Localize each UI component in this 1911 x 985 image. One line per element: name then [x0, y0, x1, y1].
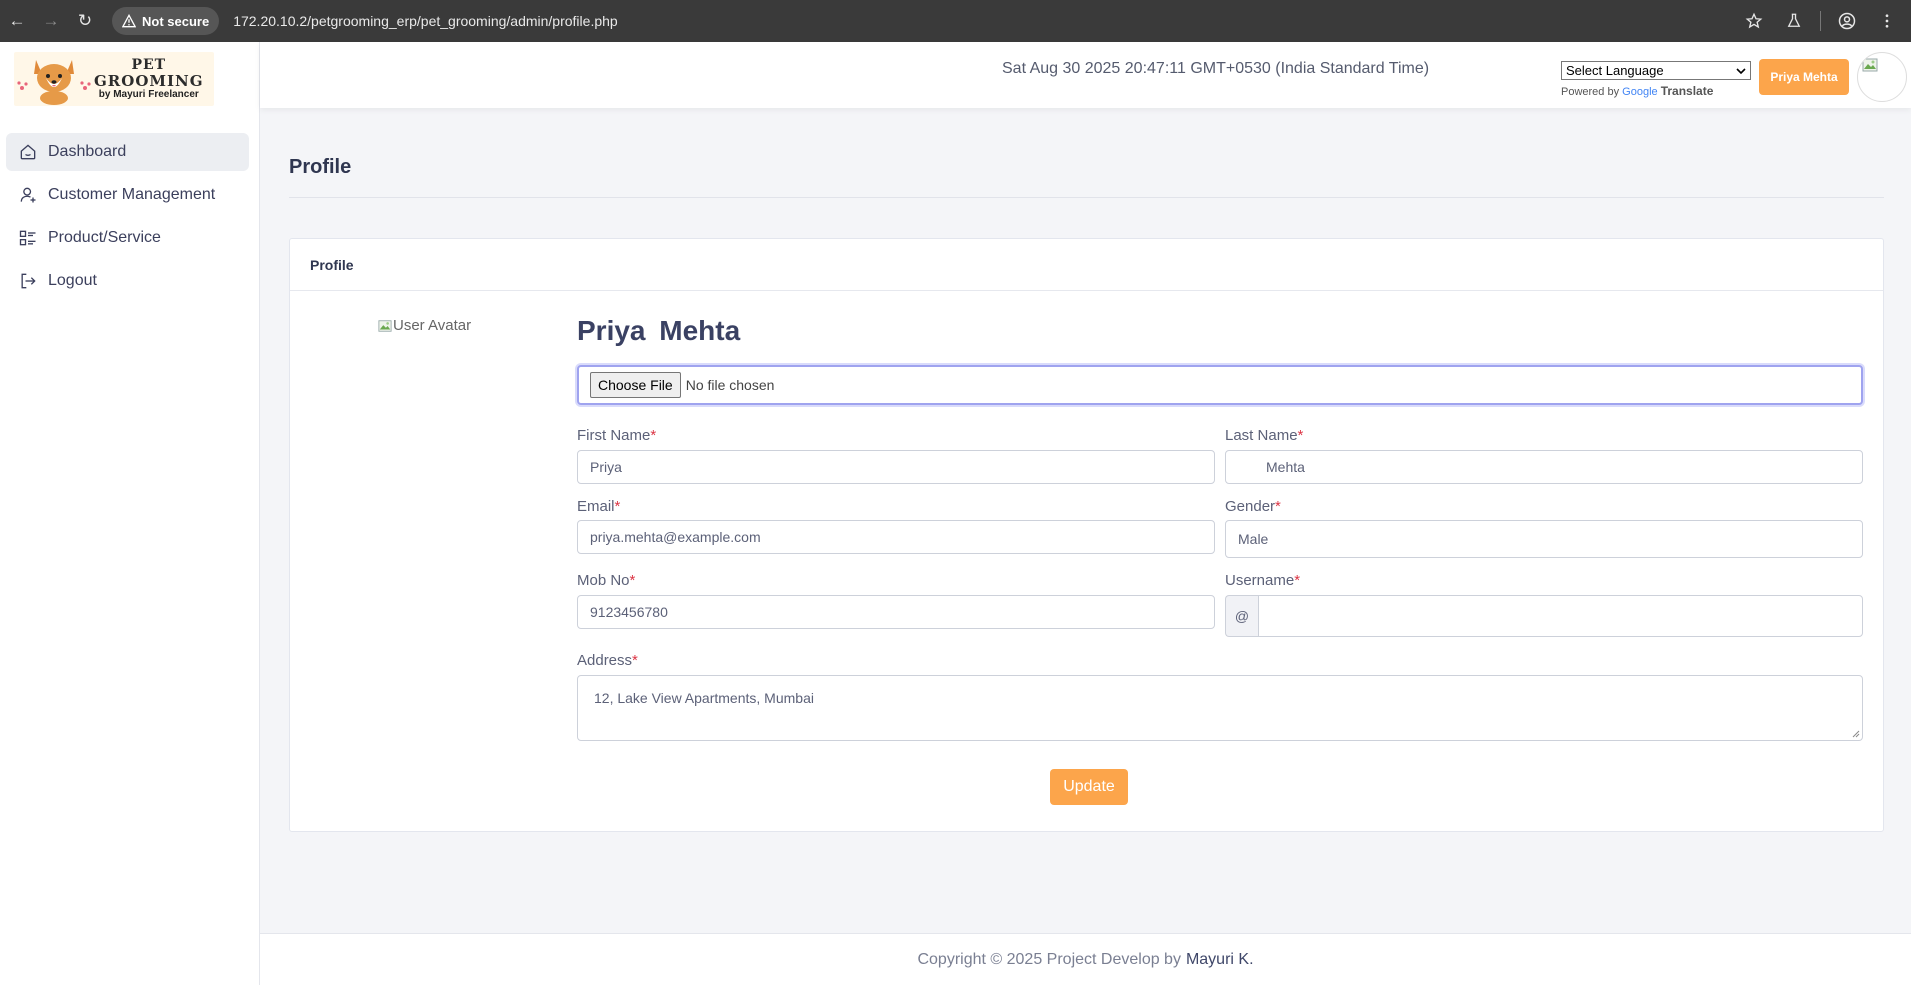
labs-flask-icon[interactable]	[1776, 3, 1812, 39]
language-select[interactable]: Select Language	[1561, 61, 1751, 80]
file-status: No file chosen	[685, 377, 775, 393]
required-mark: *	[632, 652, 638, 669]
sidebar-item-label: Product/Service	[48, 229, 161, 246]
datetime-clock: Sat Aug 30 2025 20:47:11 GMT+0530 (India…	[1002, 60, 1430, 77]
resize-grip-icon[interactable]	[1852, 730, 1860, 738]
gender-label: Gender*	[1225, 498, 1281, 515]
author-link[interactable]: Mayuri K.	[1186, 951, 1254, 969]
required-mark: *	[1294, 572, 1301, 589]
sidebar-item-dashboard[interactable]: Dashboard	[6, 133, 249, 171]
last-name-label-text: Last Name	[1225, 427, 1298, 444]
sidebar-menu: Dashboard Customer Management Product/Se…	[6, 133, 249, 305]
brand-line-1: PET	[131, 56, 167, 73]
broken-image-icon	[1862, 58, 1878, 72]
username-input-group: @	[1225, 595, 1863, 637]
brand-text: PET GROOMING by Mayuri Freelancer	[94, 56, 204, 101]
card-header: Profile	[290, 239, 1883, 291]
profile-first-name: Priya	[577, 315, 646, 346]
gender-label-text: Gender	[1225, 498, 1276, 515]
brand-line-3: by Mayuri Freelancer	[98, 89, 199, 101]
list-icon	[19, 230, 36, 246]
required-mark: *	[1275, 498, 1281, 515]
profile-card: Profile User Avatar Priya Mehta Choose F…	[289, 238, 1884, 832]
mobile-label: Mob No*	[577, 572, 635, 589]
required-mark: *	[614, 498, 621, 515]
username-input[interactable]	[1258, 595, 1863, 637]
avatar-alt-text: User Avatar	[393, 317, 472, 334]
username-at-prefix: @	[1225, 595, 1258, 637]
profile-icon[interactable]	[1829, 3, 1865, 39]
address-value: 12, Lake View Apartments, Mumbai	[594, 690, 814, 706]
home-icon	[20, 144, 36, 160]
first-name-input[interactable]: Priya	[577, 450, 1215, 484]
last-name-input[interactable]: Mehta	[1225, 450, 1863, 484]
sidebar-item-logout[interactable]: Logout	[6, 262, 249, 300]
footer: Copyright © 2025 Project Develop by Mayu…	[260, 933, 1911, 985]
chevron-down-icon	[1736, 67, 1746, 74]
copyright-text: Copyright © 2025 Project Develop by	[917, 950, 1181, 968]
url-text[interactable]: 172.20.10.2/petgrooming_erp/pet_grooming…	[233, 13, 618, 29]
powered-by-google: Powered by Google Translate	[1561, 84, 1751, 98]
security-label: Not secure	[142, 13, 210, 29]
required-mark: *	[629, 572, 636, 589]
language-select-value: Select Language	[1566, 63, 1664, 78]
brand-line-2: GROOMING	[94, 71, 204, 90]
bookmark-star-icon[interactable]	[1736, 3, 1772, 39]
username-label: Username*	[1225, 572, 1300, 589]
last-name-label: Last Name*	[1225, 427, 1303, 444]
choose-file-button[interactable]: Choose File	[590, 372, 681, 398]
first-name-label: First Name*	[577, 427, 656, 444]
google-translate-widget: Select Language Powered by Google Transl…	[1561, 61, 1751, 98]
title-divider	[289, 197, 1884, 198]
address-label-text: Address	[577, 652, 633, 669]
sidebar-item-label: Logout	[48, 272, 97, 289]
address-textarea[interactable]: 12, Lake View Apartments, Mumbai	[577, 675, 1863, 741]
required-mark: *	[650, 427, 657, 444]
google-wordmark[interactable]: Google	[1622, 86, 1657, 98]
email-field[interactable]: priya.mehta@example.com	[577, 520, 1215, 554]
profile-name: Priya Mehta	[577, 315, 740, 347]
sidebar-item-label: Customer Management	[48, 186, 216, 203]
email-label-text: Email	[577, 498, 615, 515]
warning-icon	[122, 14, 136, 28]
security-chip[interactable]: Not secure	[112, 7, 220, 35]
reload-icon[interactable]: ↻	[68, 4, 102, 38]
gender-field[interactable]: Male	[1225, 520, 1863, 558]
username-label-text: Username	[1225, 572, 1295, 589]
forward-icon[interactable]: →	[34, 4, 68, 38]
logout-icon	[21, 273, 36, 289]
required-mark: *	[1297, 427, 1304, 444]
corgi-logo-icon	[17, 60, 91, 105]
sidebar-item-customer-management[interactable]: Customer Management	[6, 176, 249, 214]
main-content: Profile Profile User Avatar Priya Mehta …	[260, 108, 1911, 985]
user-plus-icon	[20, 187, 36, 203]
powered-by-text: Powered by	[1561, 86, 1620, 98]
first-name-label-text: First Name	[577, 427, 651, 444]
back-icon[interactable]: ←	[0, 4, 34, 38]
address-bar[interactable]: Not secure 172.20.10.2/petgrooming_erp/p…	[112, 5, 618, 37]
top-header: Sat Aug 30 2025 20:47:11 GMT+0530 (India…	[260, 42, 1911, 108]
email-label: Email*	[577, 498, 620, 515]
sidebar: PET GROOMING by Mayuri Freelancer Dashbo…	[0, 42, 260, 985]
header-avatar[interactable]	[1857, 52, 1907, 102]
profile-last-name: Mehta	[659, 315, 741, 346]
address-label: Address*	[577, 652, 638, 669]
user-avatar-image: User Avatar	[378, 317, 471, 334]
translate-link[interactable]: Translate	[1661, 84, 1714, 98]
update-button[interactable]: Update	[1050, 769, 1128, 805]
toolbar-divider	[1820, 11, 1821, 31]
mobile-field[interactable]: 9123456780	[577, 595, 1215, 629]
sidebar-item-product-service[interactable]: Product/Service	[6, 219, 249, 257]
broken-image-icon	[378, 319, 392, 332]
page-title: Profile	[289, 156, 352, 178]
mobile-label-text: Mob No	[577, 572, 630, 589]
brand-logo[interactable]: PET GROOMING by Mayuri Freelancer	[14, 52, 214, 106]
avatar-file-input[interactable]: Choose File No file chosen	[577, 365, 1863, 405]
sidebar-item-label: Dashboard	[48, 143, 127, 160]
browser-toolbar: ← → ↻ Not secure 172.20.10.2/petgrooming…	[0, 0, 1911, 42]
user-name-button[interactable]: Priya Mehta	[1759, 59, 1849, 95]
menu-kebab-icon[interactable]	[1869, 3, 1905, 39]
